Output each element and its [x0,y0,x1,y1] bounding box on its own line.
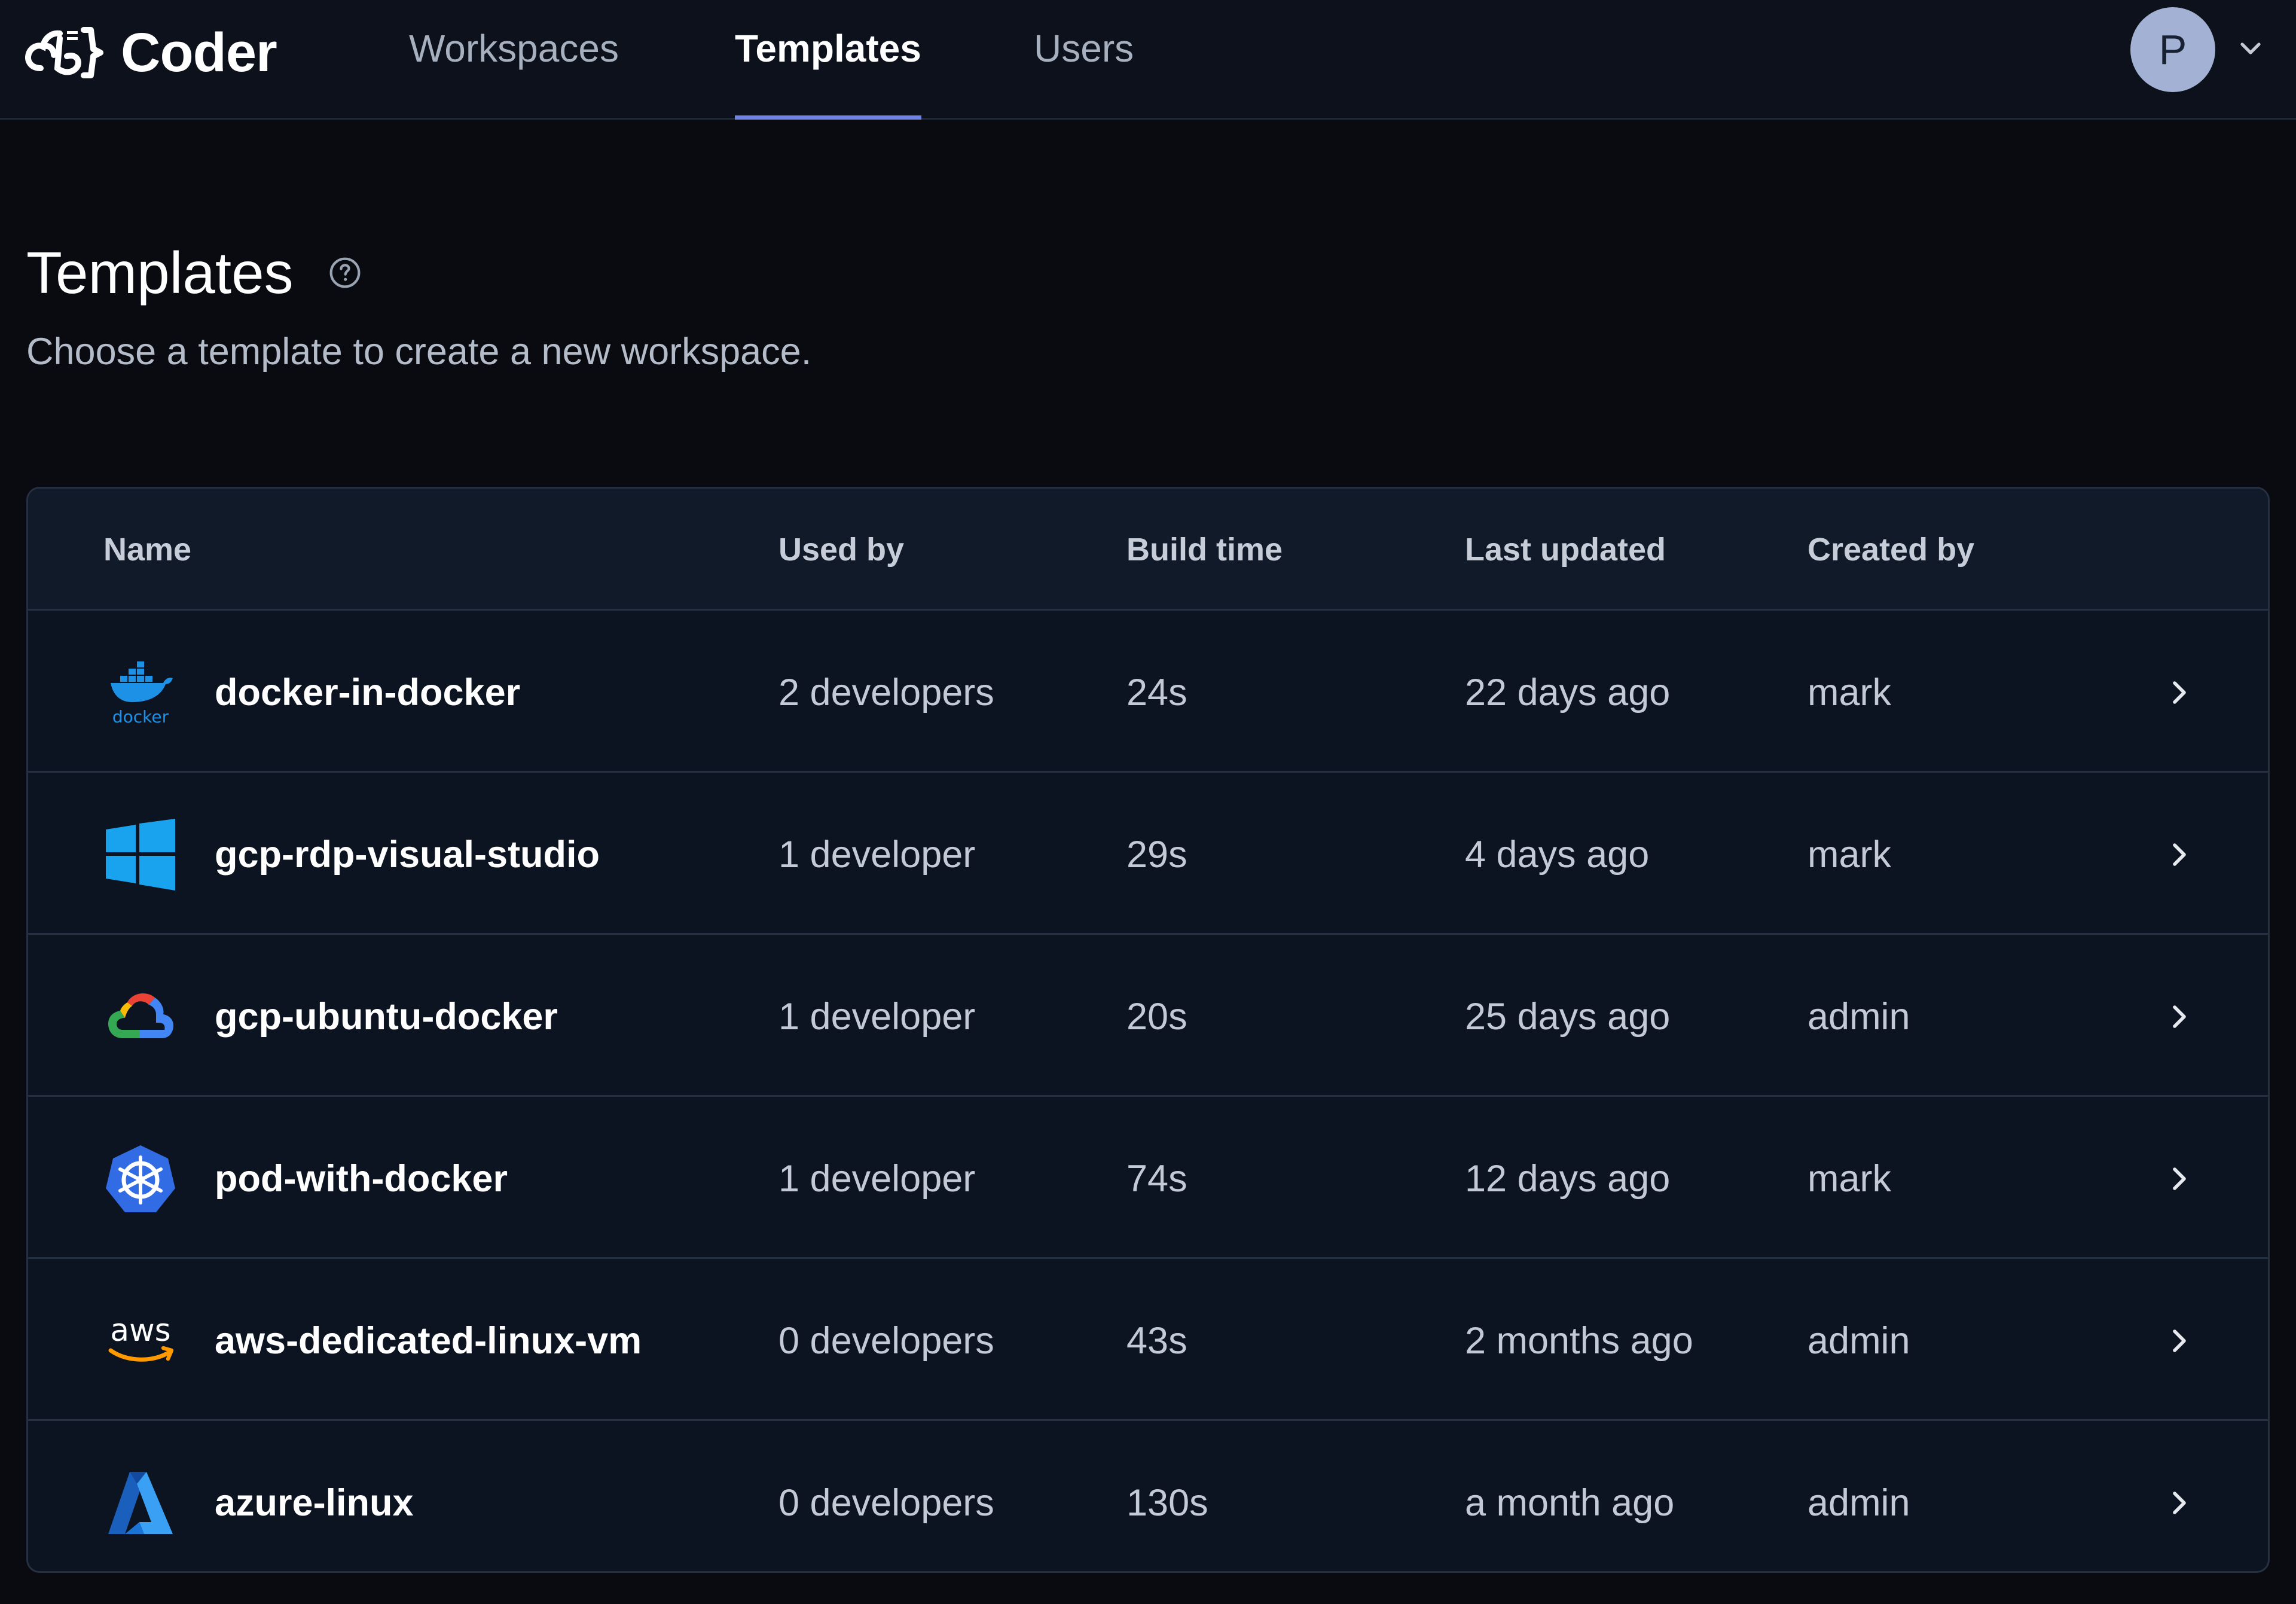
tab-templates[interactable]: Templates [735,0,921,120]
table-row[interactable]: azure-linux 0 developers 130s a month ag… [28,1423,2268,1571]
svg-text:docker: docker [112,707,169,727]
google-cloud-icon [103,981,178,1053]
column-header-build-time: Build time [1126,532,1283,568]
column-header-created-by: Created by [1808,532,1975,568]
created-by: mark [1808,672,1891,713]
template-name[interactable]: docker-in-docker [215,612,520,773]
help-icon[interactable] [328,256,362,289]
azure-icon [103,1467,178,1539]
template-name[interactable]: aws-dedicated-linux-vm [215,1261,642,1421]
build-time: 29s [1126,834,1187,876]
build-time: 24s [1126,672,1187,713]
windows-icon [103,819,178,891]
template-name[interactable]: gcp-rdp-visual-studio [215,774,600,935]
user-avatar[interactable]: P [2130,7,2215,92]
page-title: Templates [26,240,294,306]
table-row[interactable]: docker docker-in-docker 2 developers 24s… [28,612,2268,773]
table-row[interactable]: pod-with-docker 1 developer 74s 12 days … [28,1099,2268,1259]
kubernetes-icon [103,1143,178,1215]
used-by: 1 developer [778,834,976,876]
aws-icon: aws [103,1305,178,1377]
used-by: 2 developers [778,672,994,713]
created-by: mark [1808,1158,1891,1200]
column-header-used-by: Used by [778,532,905,568]
build-time: 20s [1126,996,1187,1038]
template-name[interactable]: azure-linux [215,1423,414,1571]
template-name[interactable]: pod-with-docker [215,1099,508,1259]
table-row[interactable]: gcp-rdp-visual-studio 1 developer 29s 4 … [28,774,2268,935]
chevron-down-icon[interactable] [2239,39,2263,59]
chevron-right-icon[interactable] [2169,1166,2190,1192]
used-by: 0 developers [778,1320,994,1362]
table-row[interactable]: gcp-ubuntu-docker 1 developer 20s 25 day… [28,937,2268,1097]
last-updated: 4 days ago [1465,834,1650,876]
table-row[interactable]: aws aws-dedicated-linux-vm 0 developers … [28,1261,2268,1421]
template-name[interactable]: gcp-ubuntu-docker [215,937,558,1097]
created-by: admin [1808,996,1910,1038]
coder-logo[interactable]: Coder [24,17,277,89]
column-header-name: Name [103,532,192,568]
column-header-last-updated: Last updated [1465,532,1666,568]
last-updated: 2 months ago [1465,1320,1693,1362]
chevron-right-icon[interactable] [2169,1004,2190,1030]
svg-text:aws: aws [110,1313,171,1349]
last-updated: 22 days ago [1465,672,1671,713]
used-by: 1 developer [778,996,976,1038]
used-by: 1 developer [778,1158,976,1200]
coder-logo-icon [25,27,103,78]
last-updated: a month ago [1465,1482,1675,1524]
chevron-right-icon[interactable] [2169,679,2190,706]
build-time: 130s [1126,1482,1208,1524]
chevron-right-icon[interactable] [2169,1490,2190,1516]
tab-users[interactable]: Users [1034,0,1134,120]
top-navigation-bar: Coder Workspaces Templates Users P [0,0,2296,120]
created-by: admin [1808,1320,1910,1362]
created-by: mark [1808,834,1891,876]
build-time: 74s [1126,1158,1187,1200]
tab-workspaces[interactable]: Workspaces [409,0,619,120]
last-updated: 25 days ago [1465,996,1671,1038]
page-subtitle: Choose a template to create a new worksp… [26,331,812,373]
build-time: 43s [1126,1320,1187,1362]
last-updated: 12 days ago [1465,1158,1671,1200]
table-header: Name Used by Build time Last updated Cre… [28,489,2268,611]
docker-icon: docker [103,657,178,728]
templates-table: Name Used by Build time Last updated Cre… [26,487,2270,1573]
created-by: admin [1808,1482,1910,1524]
used-by: 0 developers [778,1482,994,1524]
chevron-right-icon[interactable] [2169,1328,2190,1354]
app-name: Coder [121,22,277,83]
chevron-right-icon[interactable] [2169,841,2190,868]
